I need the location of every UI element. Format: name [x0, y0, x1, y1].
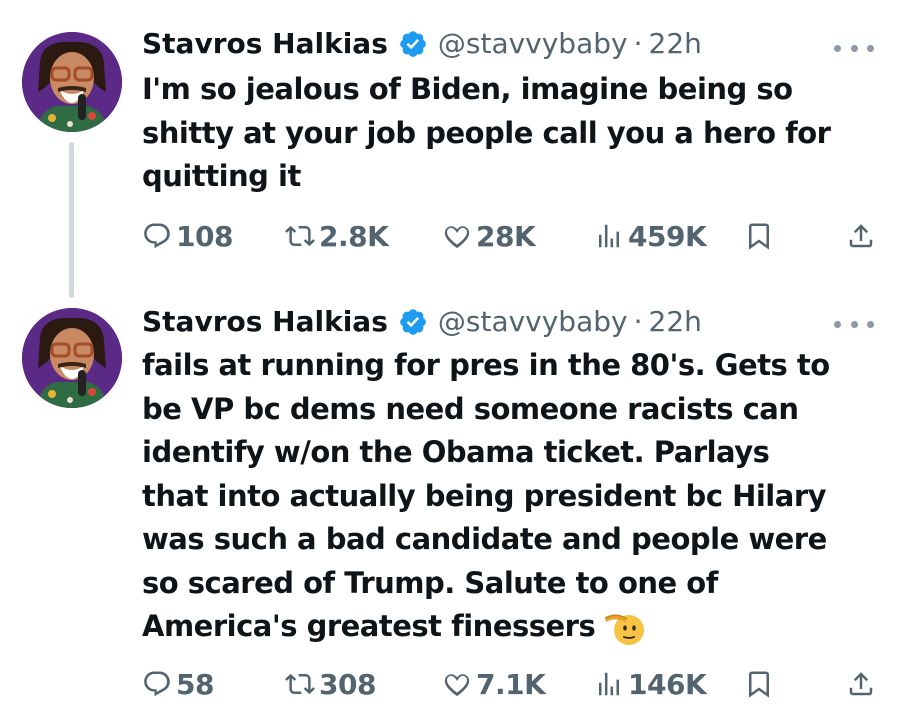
author-name[interactable]: Stavros Halkias	[142, 302, 388, 342]
more-options-icon[interactable]	[834, 314, 874, 334]
heart-icon	[444, 674, 470, 697]
bookmark-icon	[749, 671, 769, 698]
author-handle[interactable]: @stavvybaby	[438, 24, 628, 64]
share-icon	[849, 672, 873, 696]
verified-badge-icon	[398, 307, 428, 337]
tweet-text: I'm so jealous of Biden, imagine being s…	[142, 72, 831, 193]
like-button[interactable]: 7.1K	[442, 664, 546, 704]
views-icon	[599, 672, 619, 696]
retweet-button[interactable]: 2.8K	[285, 216, 389, 256]
author-handle[interactable]: @stavvybaby	[438, 302, 628, 342]
views-count: 459K	[628, 219, 707, 253]
views-count: 146K	[628, 667, 707, 701]
tweet-1[interactable]: Stavros Halkias @stavvybaby · 22h I'm so…	[0, 0, 900, 300]
author-name[interactable]: Stavros Halkias	[142, 24, 388, 64]
bookmark-button[interactable]	[744, 216, 774, 256]
retweet-count: 308	[319, 667, 376, 701]
like-count: 7.1K	[476, 667, 546, 701]
views-button[interactable]: 459K	[594, 216, 707, 256]
tweet-header: Stavros Halkias @stavvybaby · 22h	[142, 24, 702, 64]
saluting-face-icon	[604, 614, 645, 645]
reply-count: 58	[176, 667, 214, 701]
tweet-actions: 58 308 7.1K 146K	[142, 664, 882, 704]
retweet-icon	[285, 673, 315, 695]
share-button[interactable]	[846, 216, 876, 256]
retweet-count: 2.8K	[319, 219, 389, 253]
tweet-2[interactable]: Stavros Halkias @stavvybaby · 22h fails …	[0, 300, 900, 721]
share-icon	[849, 224, 873, 248]
tweet-timestamp[interactable]: 22h	[649, 24, 702, 64]
author-avatar[interactable]	[22, 308, 122, 408]
share-button[interactable]	[846, 664, 876, 704]
verified-badge-icon	[398, 29, 428, 59]
more-options-icon[interactable]	[834, 38, 874, 58]
separator-dot: ·	[633, 27, 643, 60]
reply-icon	[144, 671, 170, 697]
reply-button[interactable]: 58	[142, 664, 214, 704]
like-button[interactable]: 28K	[442, 216, 536, 256]
separator-dot: ·	[633, 305, 643, 338]
views-icon	[599, 224, 619, 248]
reply-count: 108	[176, 219, 233, 253]
thread-connector-line	[69, 142, 74, 298]
author-avatar[interactable]	[22, 32, 122, 132]
reply-button[interactable]: 108	[142, 216, 233, 256]
heart-icon	[444, 226, 470, 249]
tweet-text-body: fails at running for pres in the 80's. G…	[142, 348, 830, 643]
bookmark-button[interactable]	[744, 664, 774, 704]
reply-icon	[144, 223, 170, 249]
tweet-header: Stavros Halkias @stavvybaby · 22h	[142, 302, 702, 342]
retweet-icon	[285, 225, 315, 247]
tweet-text: fails at running for pres in the 80's. G…	[142, 344, 872, 649]
retweet-button[interactable]: 308	[285, 664, 376, 704]
tweet-actions: 108 2.8K 28K 459K	[142, 216, 882, 256]
tweet-timestamp[interactable]: 22h	[649, 302, 702, 342]
like-count: 28K	[476, 219, 536, 253]
bookmark-icon	[749, 223, 769, 250]
views-button[interactable]: 146K	[594, 664, 707, 704]
